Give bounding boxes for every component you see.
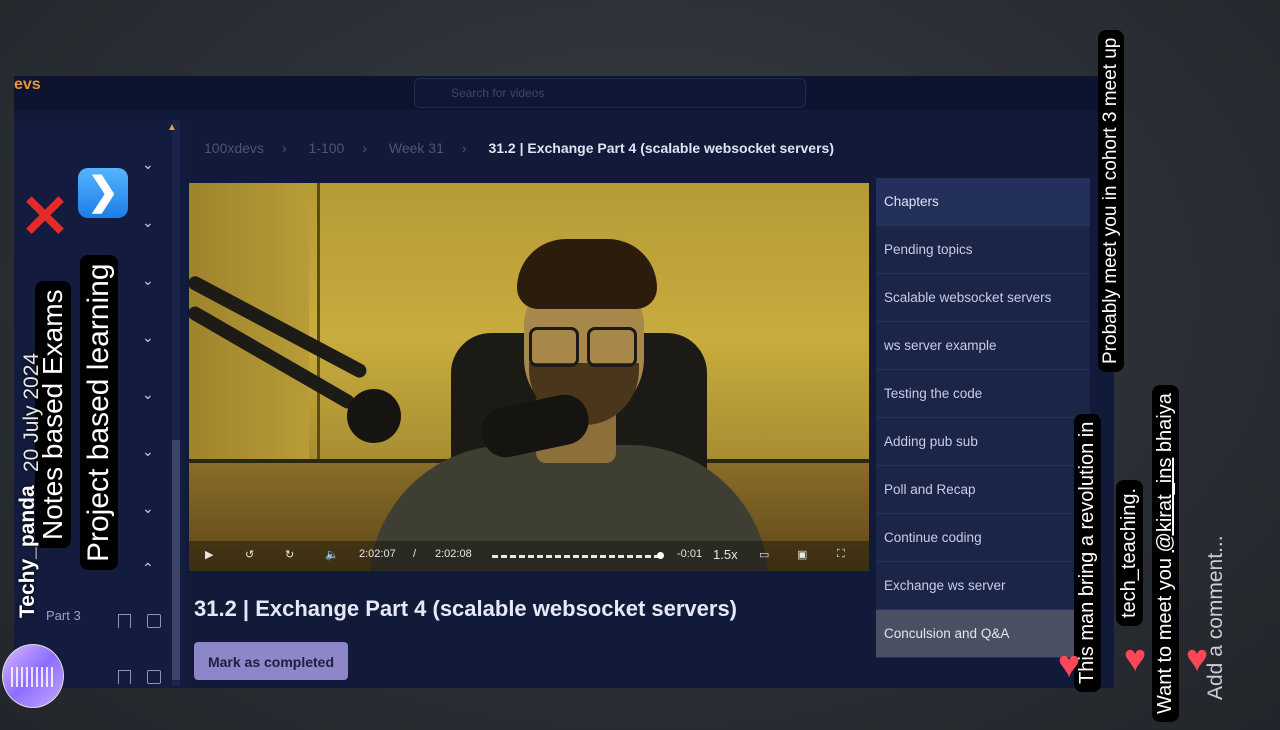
chevron-up-icon[interactable]: ⌃: [142, 560, 154, 577]
breadcrumb-item[interactable]: 1-100: [309, 140, 345, 156]
top-bar: evs Search for videos: [14, 76, 1114, 110]
bookmark-icon[interactable]: [118, 670, 131, 684]
cross-mark-icon: ✕: [19, 183, 71, 250]
forward-icon[interactable]: ↻: [285, 548, 294, 561]
mark-completed-button[interactable]: Mark as completed: [194, 642, 348, 680]
project-learning-text: Project based learning: [80, 255, 118, 570]
chapter-item[interactable]: ws server example: [876, 322, 1090, 370]
duration: 2:02:08: [435, 548, 472, 560]
scroll-up-icon[interactable]: ▲: [167, 122, 177, 133]
avatar[interactable]: [2, 644, 64, 708]
bhaiya-label: bhaiya: [1154, 393, 1176, 453]
breadcrumb-item[interactable]: Week 31: [389, 140, 444, 156]
monitor-screen: evs Search for videos ▲ ⌄ ⌄ ⌄ ⌄ ⌄ ⌄ ⌄ ⌃ …: [14, 76, 1114, 688]
video-player[interactable]: ▶ ↺ ↻ 🔈 2:02:07 / 2:02:08 -0:01 1.5x ▭ ▣…: [189, 183, 869, 571]
chapter-item[interactable]: Poll and Recap: [876, 466, 1090, 514]
checkbox[interactable]: [147, 614, 161, 628]
chevron-down-icon[interactable]: ⌄: [142, 500, 154, 517]
chapter-item[interactable]: Exchange ws server: [876, 562, 1090, 610]
want-meet-label: Want to meet you: [1154, 558, 1176, 714]
time-separator: /: [413, 548, 417, 560]
sidebar-scrollbar[interactable]: [172, 120, 180, 686]
chevron-down-icon[interactable]: ⌄: [142, 386, 154, 403]
current-time: 2:02:07: [359, 548, 396, 560]
checkbox[interactable]: [147, 670, 161, 684]
breadcrumb-item[interactable]: 100xdevs: [204, 140, 264, 156]
breadcrumb-current: 31.2 | Exchange Part 4 (scalable websock…: [488, 140, 834, 156]
chevron-down-icon[interactable]: ⌄: [142, 272, 154, 289]
player-controls: ▶ ↺ ↻ 🔈 2:02:07 / 2:02:08 -0:01 1.5x ▭ ▣…: [189, 541, 869, 571]
logo: evs: [14, 76, 41, 93]
chapter-item[interactable]: Adding pub sub: [876, 418, 1090, 466]
seek-bar[interactable]: [492, 552, 664, 561]
chapter-item[interactable]: Pending topics: [876, 226, 1090, 274]
heart-icon: ♥: [1185, 638, 1209, 680]
chevron-down-icon[interactable]: ⌄: [142, 443, 154, 460]
search-input[interactable]: Search for videos: [414, 78, 806, 108]
breadcrumb: 100xdevs › 1-100 › Week 31 › 31.2 | Exchang…: [204, 140, 834, 156]
story-username[interactable]: Techy_panda: [16, 485, 40, 618]
chapter-item[interactable]: Testing the code: [876, 370, 1090, 418]
chevron-down-icon[interactable]: ⌄: [142, 214, 154, 231]
chapters-panel: Chapters Pending topics Scalable websock…: [876, 178, 1090, 658]
bookmark-icon[interactable]: [118, 614, 131, 628]
play-icon[interactable]: ▶: [205, 548, 213, 561]
chapter-item[interactable]: Scalable websocket servers: [876, 274, 1090, 322]
heart-icon: ♥: [1123, 638, 1147, 680]
video-title: 31.2 | Exchange Part 4 (scalable websock…: [194, 596, 738, 621]
want-meet-text: Want to meet you @kirat_ins bhaiya: [1152, 385, 1179, 722]
mention-handle[interactable]: @kirat_ins: [1154, 458, 1176, 553]
rewind-icon[interactable]: ↺: [245, 548, 254, 561]
speed-button[interactable]: 1.5x: [713, 547, 738, 562]
story-date: 20 July 2024: [20, 352, 43, 472]
chapter-item[interactable]: Continue coding: [876, 514, 1090, 562]
heart-icon: ♥: [1057, 644, 1081, 686]
chevron-down-icon[interactable]: ⌄: [142, 156, 154, 173]
chevron-down-icon[interactable]: ⌄: [142, 329, 154, 346]
teaching-text: tech_teaching.: [1116, 479, 1143, 626]
arrow-right-icon: ❯: [78, 168, 128, 218]
meet-text: Probably meet you in cohort 3 meet up: [1098, 29, 1124, 372]
volume-icon[interactable]: 🔈: [325, 548, 339, 561]
sidebar-item-part3[interactable]: Part 3: [46, 608, 81, 623]
pip-icon[interactable]: ▭: [759, 548, 769, 561]
chapters-header: Chapters: [876, 178, 1090, 226]
captions-icon[interactable]: ▣: [797, 548, 807, 561]
remaining-time: -0:01: [677, 548, 703, 560]
fullscreen-icon[interactable]: ⛶: [837, 548, 845, 561]
